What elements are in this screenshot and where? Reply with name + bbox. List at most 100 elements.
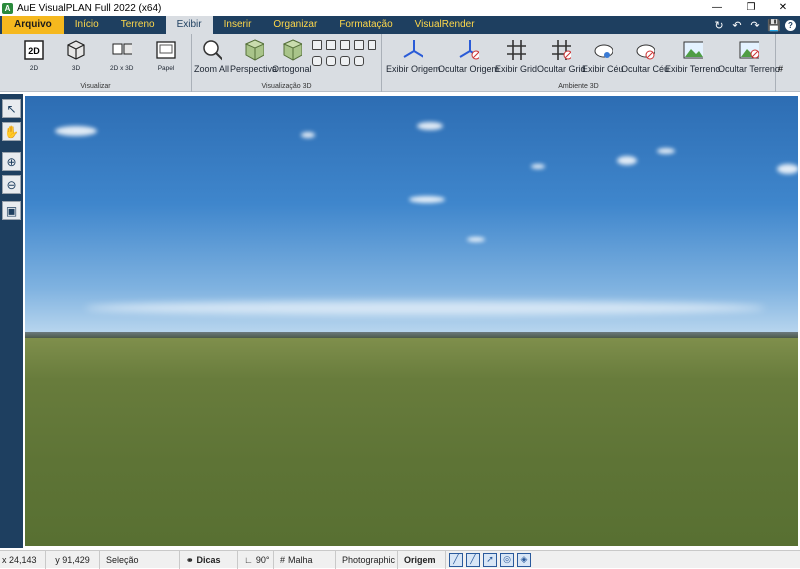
help-icon[interactable]: ? xyxy=(785,19,796,31)
tab-visualrender[interactable]: VisualRender xyxy=(404,16,486,34)
tab-organizar[interactable]: Organizar xyxy=(262,16,328,34)
status-tips-button[interactable]: ⚭ Dicas xyxy=(180,550,238,569)
zoom-all-button[interactable]: Zoom All xyxy=(194,40,229,74)
close-icon[interactable]: ✕ xyxy=(766,0,800,16)
view-2d-label: 2D xyxy=(29,65,39,72)
cloud xyxy=(301,132,315,138)
status-x-coord: x 24,143 xyxy=(0,550,46,569)
view-paper-button[interactable]: Papel xyxy=(156,40,176,72)
snap-center-icon[interactable]: ◎ xyxy=(500,552,514,567)
view-left-icon[interactable] xyxy=(340,40,350,50)
terrain-icon xyxy=(683,40,703,60)
zoom-all-label: Zoom All xyxy=(194,64,230,74)
ribbon-tabs: Arquivo Início Terreno Exibir Inserir Or… xyxy=(0,16,800,34)
sky xyxy=(25,96,798,336)
window-title: AuE VisualPLAN Full 2022 (x64) xyxy=(17,2,162,14)
hide-grid-label: Ocultar Grid xyxy=(537,64,586,74)
tab-exibir[interactable]: Exibir xyxy=(165,16,213,34)
group-visualizar: 2D 2D 3D 2D x 3D Papel Visualizar xyxy=(0,34,192,92)
title-bar: A AuE VisualPLAN Full 2022 (x64) — ❐ ✕ xyxy=(0,0,800,16)
hide-origin-icon xyxy=(458,40,479,60)
tab-terreno[interactable]: Terreno xyxy=(110,16,166,34)
hide-terrain-button[interactable]: Ocultar Terreno xyxy=(718,40,780,74)
tab-inicio[interactable]: Início xyxy=(64,16,110,34)
group-visualizar-label: Visualizar xyxy=(80,83,111,90)
view-back-icon[interactable] xyxy=(326,40,336,50)
app-icon: A xyxy=(2,2,13,14)
view-paper-label: Papel xyxy=(157,65,175,72)
cloud-icon xyxy=(593,40,613,60)
hide-grid-button[interactable]: Ocultar Grid xyxy=(537,40,586,74)
status-grid-toggle[interactable]: # Malha xyxy=(274,550,336,569)
save-icon[interactable]: 💾 xyxy=(767,19,781,32)
tab-formatacao[interactable]: Formatação xyxy=(328,16,403,34)
status-mode: Seleção xyxy=(100,550,180,569)
iso-view-2-icon[interactable] xyxy=(326,56,336,66)
cloud xyxy=(657,148,675,154)
magnifier-icon xyxy=(202,40,222,61)
refresh-icon[interactable]: ↻ xyxy=(713,19,725,32)
view-2dx3d-button[interactable]: 2D x 3D xyxy=(110,40,133,72)
group-visualizacao-3d: Zoom All Perspectiva Ortogonal Visualiza… xyxy=(192,34,382,92)
view-front-icon[interactable] xyxy=(312,40,322,50)
status-grid-label: Malha xyxy=(288,554,313,565)
cube-3d-icon xyxy=(66,40,86,60)
status-angle[interactable]: ∟ 90° xyxy=(238,550,274,569)
view-2d-button[interactable]: 2D 2D xyxy=(24,40,44,72)
status-origin[interactable]: Origem xyxy=(398,550,446,569)
grid-icon xyxy=(506,40,526,60)
status-render-mode[interactable]: Photographic xyxy=(336,550,398,569)
angle-icon: ∟ xyxy=(244,554,253,565)
hide-origin-button[interactable]: Ocultar Origem xyxy=(438,40,499,74)
ribbon: 2D 2D 3D 2D x 3D Papel Visualizar Zoom A… xyxy=(0,34,800,92)
hide-terrain-label: Ocultar Terreno xyxy=(718,64,780,74)
show-terrain-label: Exibir Terreno xyxy=(665,64,721,74)
redo-icon[interactable]: ↷ xyxy=(749,19,761,32)
hide-cloud-icon xyxy=(635,40,656,60)
maximize-icon[interactable]: ❐ xyxy=(734,0,768,16)
zoom-window-icon[interactable]: ▣ xyxy=(2,201,21,220)
tab-inserir[interactable]: Inserir xyxy=(213,16,263,34)
perspective-button[interactable]: Perspectiva xyxy=(230,39,277,74)
orthogonal-button[interactable]: Ortogonal xyxy=(272,39,312,74)
snap-parallel-icon[interactable]: ╱ xyxy=(466,552,480,567)
tab-arquivo[interactable]: Arquivo xyxy=(2,16,64,34)
show-sky-button[interactable]: Exibir Céu xyxy=(582,40,624,74)
zoom-in-icon[interactable]: ⊕ xyxy=(2,152,21,171)
orthogonal-label: Ortogonal xyxy=(272,64,312,74)
show-grid-button[interactable]: Exibir Grid xyxy=(495,40,537,74)
orthogonal-cube-icon xyxy=(282,39,302,61)
left-toolbar: ↖ ✋ ⊕ ⊖ ▣ xyxy=(0,94,23,548)
status-tips-label: Dicas xyxy=(196,554,221,565)
snap-line-icon[interactable]: ╱ xyxy=(449,552,463,567)
status-bar: x 24,143 y 91,429 Seleção ⚭ Dicas ∟ 90° … xyxy=(0,550,800,569)
view-top-icon[interactable] xyxy=(368,40,376,50)
cloud xyxy=(55,126,97,136)
hide-origin-label: Ocultar Origem xyxy=(438,64,500,74)
cloud xyxy=(777,164,798,174)
group-visualizacao-3d-label: Visualização 3D xyxy=(261,83,312,90)
select-pointer-icon[interactable]: ↖ xyxy=(2,99,21,118)
show-origin-label: Exibir Origem xyxy=(386,64,441,74)
show-terrain-button[interactable]: Exibir Terreno xyxy=(665,40,720,74)
cloud xyxy=(467,237,485,242)
view-3d-button[interactable]: 3D xyxy=(66,40,86,72)
show-sky-label: Exibir Céu xyxy=(582,64,624,74)
ribbon-overflow[interactable]: # xyxy=(778,64,783,74)
undo-icon[interactable]: ↶ xyxy=(731,19,743,32)
hide-sky-button[interactable]: Ocultar Céu xyxy=(621,40,669,74)
minimize-icon[interactable]: — xyxy=(700,0,734,16)
iso-view-3-icon[interactable] xyxy=(340,56,350,66)
status-y-coord: y 91,429 xyxy=(46,550,100,569)
show-origin-button[interactable]: Exibir Origem xyxy=(386,40,441,74)
svg-text:2D: 2D xyxy=(28,46,40,56)
pan-hand-icon[interactable]: ✋ xyxy=(2,122,21,141)
zoom-out-icon[interactable]: ⊖ xyxy=(2,175,21,194)
snap-quadrant-icon[interactable]: ◈ xyxy=(517,552,531,567)
iso-view-1-icon[interactable] xyxy=(312,56,322,66)
cloud xyxy=(531,164,545,169)
3d-viewport[interactable] xyxy=(25,96,798,546)
snap-angle-icon[interactable]: ➚ xyxy=(483,552,497,567)
iso-view-4-icon[interactable] xyxy=(354,56,364,66)
view-right-icon[interactable] xyxy=(354,40,364,50)
